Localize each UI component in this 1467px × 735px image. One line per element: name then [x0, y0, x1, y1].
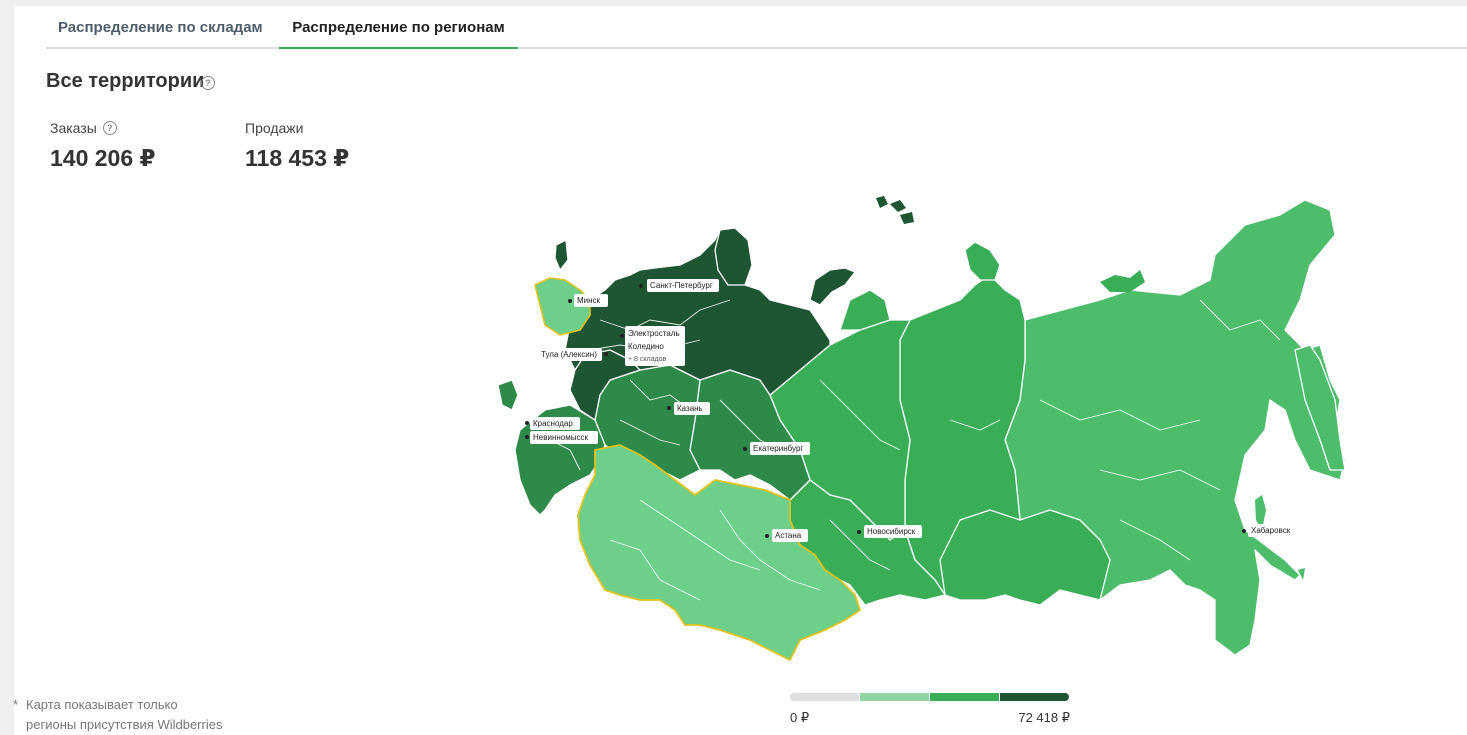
marker-spb[interactable]: Санкт-Петербург	[639, 279, 719, 292]
regions-map[interactable]: Санкт-Петербург Минск Электросталь Колед…	[0, 0, 1467, 735]
marker-tula[interactable]: Тула (Алексин)	[538, 348, 608, 361]
marker-krasnodar-label: Краснодар	[533, 419, 573, 428]
marker-ekaterinburg-label: Екатеринбург	[753, 444, 803, 453]
marker-minsk-label: Минск	[577, 296, 601, 305]
marker-khabarovsk[interactable]: Хабаровск	[1242, 524, 1298, 537]
region-kaliningrad[interactable]	[554, 239, 569, 271]
island-franz-josef-3	[900, 212, 914, 224]
island-franz-josef-2	[890, 200, 906, 212]
marker-kazan-label: Казань	[677, 404, 703, 413]
marker-nevinnomyssk[interactable]: Невинномысск	[525, 431, 598, 444]
region-irkutsk[interactable]	[939, 509, 1111, 606]
marker-krasnodar[interactable]: Краснодар	[525, 417, 580, 430]
marker-novosibirsk-label: Новосибирск	[867, 527, 916, 536]
marker-novosibirsk[interactable]: Новосибирск	[857, 525, 922, 538]
island-franz-josef-1	[876, 196, 888, 208]
marker-spb-label: Санкт-Петербург	[650, 281, 713, 290]
marker-tula-label: Тула (Алексин)	[541, 350, 597, 359]
island-severnaya-zemlya	[1100, 270, 1145, 292]
marker-nevinnomyssk-label: Невинномысск	[533, 433, 588, 442]
marker-ekaterinburg[interactable]: Екатеринбург	[743, 442, 810, 455]
marker-khabarovsk-label: Хабаровск	[1251, 526, 1291, 535]
marker-elektrostal-label: Электросталь	[628, 329, 680, 338]
region-novaya-zemlya[interactable]	[809, 267, 856, 306]
marker-astana-label: Астана	[775, 531, 802, 540]
marker-more-label: + 8 складов	[628, 356, 666, 363]
region-taymyr-island[interactable]	[964, 241, 1001, 281]
marker-elektrostal[interactable]: Электросталь Коледино + 8 складов	[620, 326, 685, 366]
region-crimea[interactable]	[497, 379, 519, 411]
marker-koledino-label: Коледино	[628, 342, 664, 351]
